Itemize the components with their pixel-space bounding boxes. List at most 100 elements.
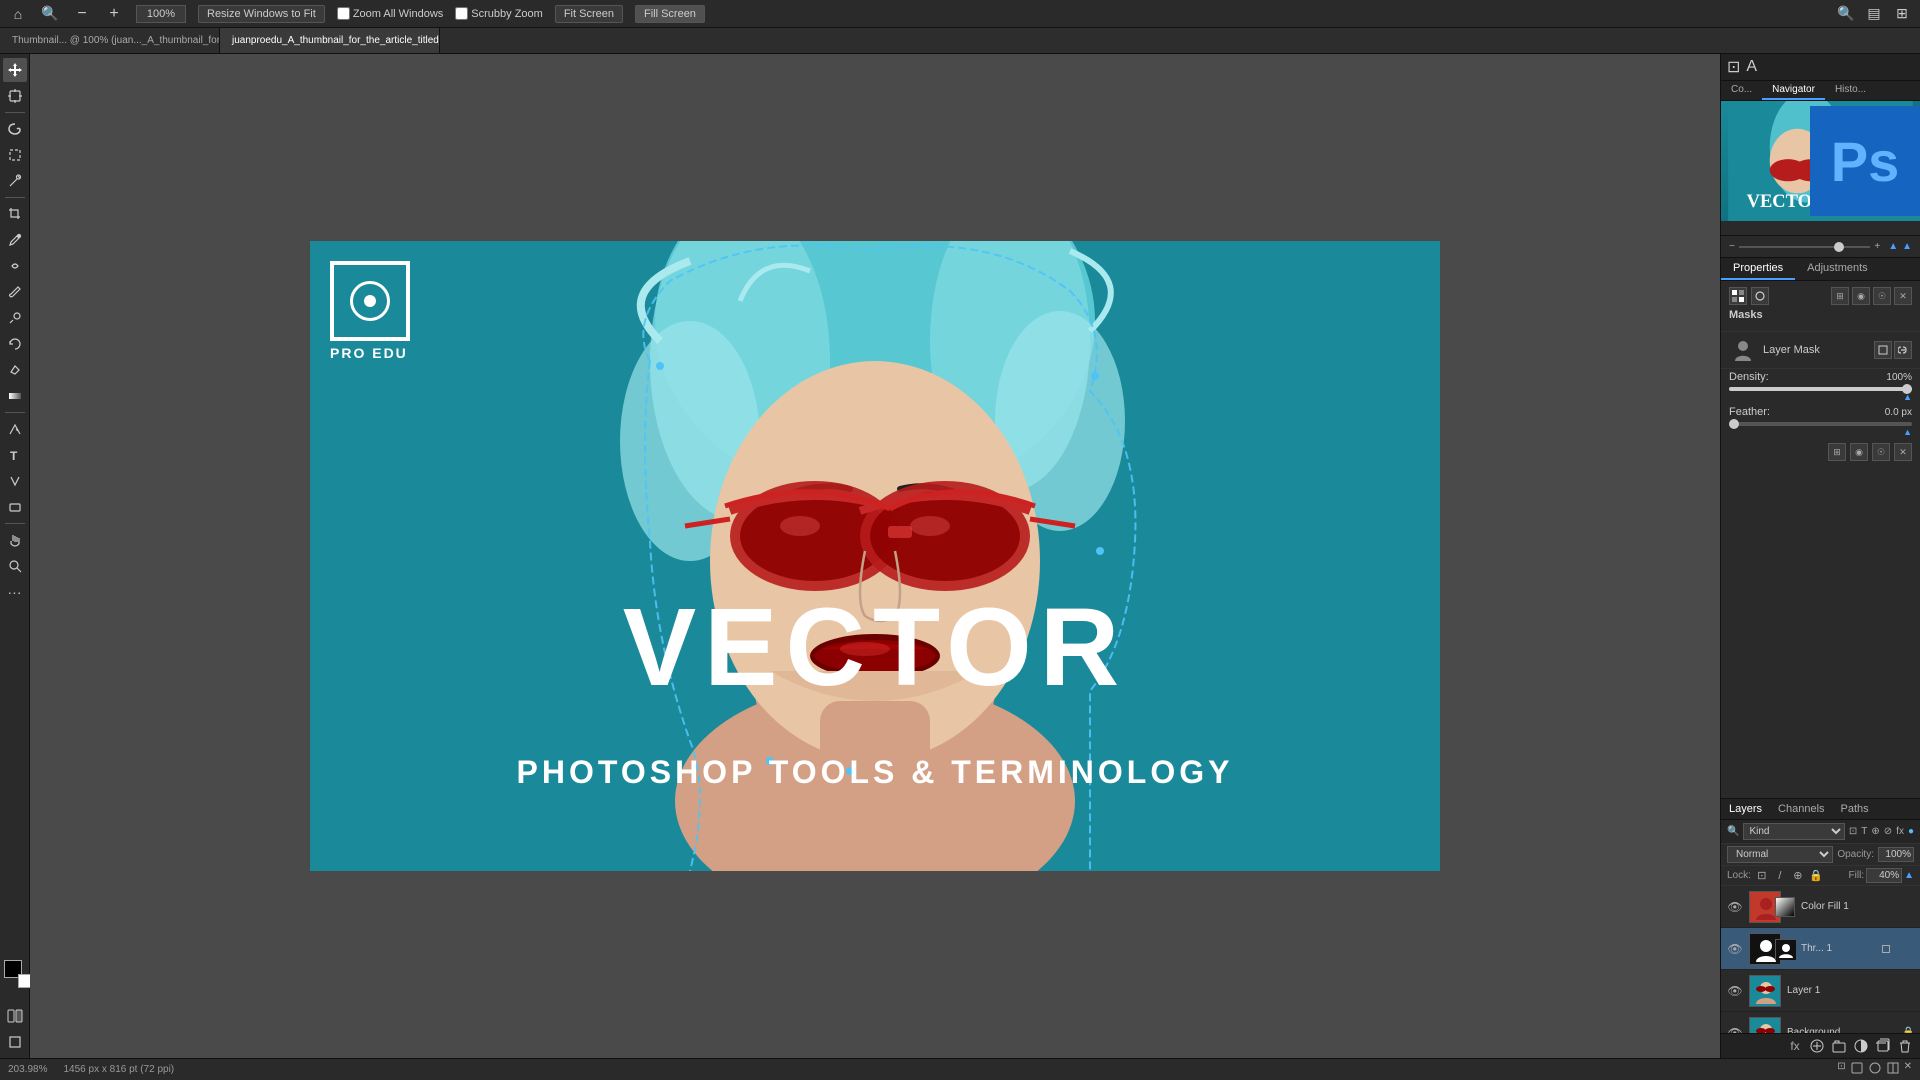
fill-arrow[interactable]: ▲ [1904, 870, 1914, 881]
blend-mode-select[interactable]: Normal [1727, 846, 1833, 863]
zoom-out-icon[interactable]: − [72, 4, 92, 24]
mask-add-icon[interactable]: ⊞ [1831, 287, 1849, 305]
zoom-arrow-up2[interactable]: ▲ [1902, 241, 1912, 252]
more-tools[interactable]: ··· [3, 580, 27, 604]
hand-tool[interactable] [3, 528, 27, 552]
zoom-all-checkbox[interactable] [337, 7, 350, 20]
layer-filter-4[interactable]: ⊘ [1884, 826, 1892, 837]
feather-slider[interactable] [1729, 422, 1912, 426]
new-layer-btn[interactable] [1874, 1037, 1892, 1055]
path-selection-tool[interactable] [3, 469, 27, 493]
fill-input[interactable] [1866, 868, 1902, 883]
status-icon-2[interactable] [1850, 1061, 1864, 1078]
eraser-tool[interactable] [3, 358, 27, 382]
mask-delete-icon[interactable]: ✕ [1894, 287, 1912, 305]
history-brush-tool[interactable] [3, 332, 27, 356]
add-mask-btn[interactable] [1808, 1037, 1826, 1055]
scrubby-zoom-checkbox[interactable] [455, 7, 468, 20]
nav-tab-co[interactable]: Co... [1721, 81, 1762, 100]
panel-icon-1[interactable]: ⊡ [1727, 57, 1740, 77]
layer-visibility-threshold[interactable]: 👁 [1727, 941, 1743, 957]
mask-grid-icon[interactable]: ⊞ [1828, 443, 1846, 461]
mask-eye-icon[interactable]: ◉ [1852, 287, 1870, 305]
shape-tool[interactable] [3, 495, 27, 519]
prop-tab-properties[interactable]: Properties [1721, 258, 1795, 280]
layer-visibility-colorfill1[interactable]: 👁 [1727, 899, 1743, 915]
layer-item-colorfill1[interactable]: 👁 Color Fill 1 [1721, 886, 1920, 928]
density-slider[interactable] [1729, 387, 1912, 391]
move-tool[interactable] [3, 58, 27, 82]
patch-tool[interactable] [3, 254, 27, 278]
mask-del2-icon[interactable]: ✕ [1894, 443, 1912, 461]
lock-artboard-icon[interactable]: ⊕ [1791, 869, 1805, 883]
type-tool[interactable]: T [3, 443, 27, 467]
zoom-arrow-up[interactable]: ▲ [1888, 241, 1898, 252]
zoom-all-checkbox-label[interactable]: Zoom All Windows [337, 7, 443, 20]
status-icon-5[interactable]: ✕ [1904, 1061, 1912, 1078]
delete-layer-btn[interactable] [1896, 1037, 1914, 1055]
pen-tool[interactable] [3, 417, 27, 441]
nav-tab-navigator[interactable]: Navigator [1762, 81, 1825, 100]
magic-wand-tool[interactable] [3, 169, 27, 193]
zoom-input[interactable] [136, 5, 186, 23]
artboard-tool[interactable] [3, 84, 27, 108]
lock-transparent-icon[interactable]: ⊡ [1755, 869, 1769, 883]
panel-icon-2[interactable]: A [1746, 58, 1757, 76]
layer-filter-toggle[interactable]: ● [1908, 826, 1914, 837]
layer-item-background[interactable]: 👁 Background 🔒 [1721, 1012, 1920, 1033]
gradient-tool[interactable] [3, 384, 27, 408]
lock-all-icon[interactable]: 🔒 [1809, 869, 1823, 883]
status-icon-3[interactable] [1868, 1061, 1882, 1078]
zoom-in-nav[interactable]: + [1874, 241, 1880, 252]
mask-pixel-icon[interactable] [1729, 287, 1747, 305]
zoom-out-nav[interactable]: − [1729, 241, 1735, 252]
mask-eye3-icon[interactable]: ◉ [1850, 443, 1868, 461]
layer-filter-3[interactable]: ⊕ [1871, 826, 1879, 837]
search-icon[interactable]: 🔍 [40, 4, 60, 24]
mask-eye2-icon[interactable]: ☉ [1873, 287, 1891, 305]
nav-tab-history[interactable]: Histo... [1825, 81, 1876, 100]
canvas-area[interactable]: VECTOR PHOTOSHOP TOOLS & TERMINOLOGY PRO… [30, 54, 1720, 1058]
status-icon-4[interactable] [1886, 1061, 1900, 1078]
create-fill-adj-btn[interactable] [1852, 1037, 1870, 1055]
lock-image-icon[interactable]: / [1773, 869, 1787, 883]
add-style-btn[interactable]: fx [1786, 1037, 1804, 1055]
home-icon[interactable]: ⌂ [8, 4, 28, 24]
layers-tab-layers[interactable]: Layers [1721, 799, 1770, 819]
lasso-tool[interactable] [3, 117, 27, 141]
zoom-in-icon[interactable]: + [104, 4, 124, 24]
opacity-input[interactable] [1878, 847, 1914, 862]
marquee-tool[interactable] [3, 143, 27, 167]
search-icon-layers[interactable]: 🔍 [1727, 826, 1739, 837]
layers-tab-paths[interactable]: Paths [1833, 799, 1877, 819]
color-swatches[interactable] [4, 960, 26, 982]
quick-mask-btn[interactable] [3, 1004, 27, 1028]
brush-tool[interactable] [3, 280, 27, 304]
layer-mask-apply-icon[interactable] [1874, 341, 1892, 359]
create-group-btn[interactable] [1830, 1037, 1848, 1055]
layer-visibility-background[interactable]: 👁 [1727, 1025, 1743, 1034]
layer-mask-chain-icon[interactable] [1894, 341, 1912, 359]
eyedropper-tool[interactable] [3, 228, 27, 252]
workspace-icon[interactable]: ⊞ [1892, 4, 1912, 24]
status-icon-1[interactable]: ⊡ [1837, 1061, 1845, 1078]
resize-windows-btn[interactable]: Resize Windows to Fit [198, 5, 325, 23]
layer-item-layer1[interactable]: 👁 Layer 1 [1721, 970, 1920, 1012]
layer-filter-1[interactable]: ⊡ [1849, 826, 1857, 837]
fill-screen-btn[interactable]: Fill Screen [635, 5, 705, 23]
fit-screen-btn[interactable]: Fit Screen [555, 5, 623, 23]
clone-stamp-tool[interactable] [3, 306, 27, 330]
mask-eye4-icon[interactable]: ☉ [1872, 443, 1890, 461]
prop-tab-adjustments[interactable]: Adjustments [1795, 258, 1880, 280]
layer-visibility-layer1[interactable]: 👁 [1727, 983, 1743, 999]
zoom-slider[interactable] [1739, 246, 1871, 248]
scrubby-zoom-checkbox-label[interactable]: Scrubby Zoom [455, 7, 543, 20]
tab-2[interactable]: juanproedu_A_thumbnail_for_the_article_t… [220, 28, 440, 53]
arrange-icon[interactable]: ▤ [1864, 4, 1884, 24]
layer-filter-2[interactable]: T [1861, 826, 1867, 837]
layer-item-threshold[interactable]: 👁 Thr... 1 [1721, 928, 1920, 970]
search-icon-right[interactable]: 🔍 [1836, 4, 1856, 24]
layers-tab-channels[interactable]: Channels [1770, 799, 1832, 819]
screen-mode-btn[interactable] [3, 1030, 27, 1054]
feather-arrow[interactable]: ▲ [1903, 427, 1912, 437]
